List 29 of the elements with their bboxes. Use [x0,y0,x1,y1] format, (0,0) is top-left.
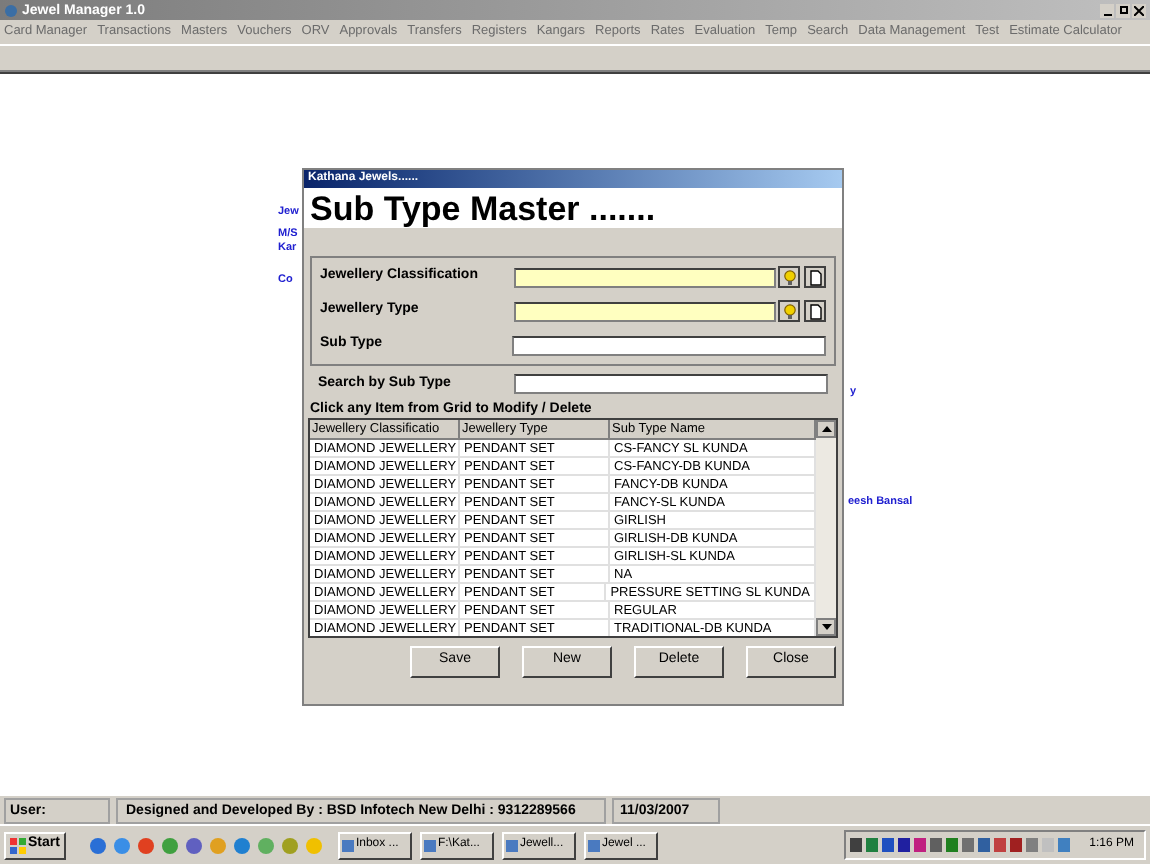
restore-icon [1119,6,1127,14]
input-field[interactable] [512,335,826,355]
lookup-button[interactable] [778,266,801,288]
document-icon [809,269,822,285]
search-field[interactable] [514,374,828,395]
light-bulb-icon [781,269,798,285]
up-arrow-icon [821,425,831,431]
window-icon [587,839,600,851]
app-icon [4,3,18,17]
minimize-button[interactable] [1100,3,1114,17]
down-arrow-icon [821,623,831,629]
input-field[interactable] [514,301,777,321]
document-icon [809,303,822,319]
scrollbar[interactable] [816,419,836,635]
dialog-heading: Sub Type Master ....... [310,191,656,225]
close-icon [1134,5,1144,15]
windows-flag-icon [10,837,26,853]
new-button[interactable] [804,300,826,322]
light-bulb-icon [781,303,798,319]
scroll-down-button[interactable] [816,617,836,635]
scroll-up-button[interactable] [816,419,836,437]
lookup-button[interactable] [778,300,801,322]
input-field[interactable] [514,267,777,287]
new-button[interactable] [804,266,826,288]
window-icon [505,839,518,851]
window-icon [341,839,354,851]
close-button[interactable] [1132,3,1146,17]
window-icon [423,839,436,851]
restore-button[interactable] [1116,3,1130,17]
